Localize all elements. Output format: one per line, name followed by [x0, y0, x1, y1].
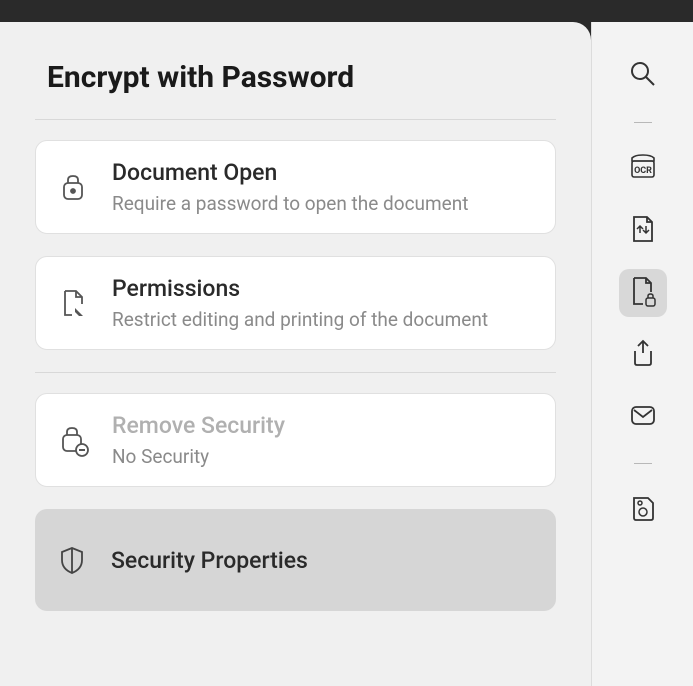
top-bar	[0, 0, 693, 22]
security-properties-option[interactable]: Security Properties	[35, 509, 556, 611]
permissions-text: Permissions Restrict editing and printin…	[112, 275, 488, 331]
ocr-icon: OCR	[627, 151, 659, 187]
share-icon	[628, 337, 658, 373]
divider	[35, 119, 556, 120]
document-open-subtitle: Require a password to open the document	[112, 192, 468, 215]
ocr-button[interactable]: OCR	[619, 145, 667, 193]
remove-security-text: Remove Security No Security	[112, 412, 285, 468]
page-title: Encrypt with Password	[35, 60, 556, 95]
search-icon	[628, 59, 658, 93]
document-edit-icon	[54, 284, 92, 322]
permissions-subtitle: Restrict editing and printing of the doc…	[112, 308, 488, 331]
permissions-option[interactable]: Permissions Restrict editing and printin…	[35, 256, 556, 350]
document-open-text: Document Open Require a password to open…	[112, 159, 468, 215]
share-button[interactable]	[619, 331, 667, 379]
lock-icon	[54, 168, 92, 206]
sidebar-separator	[634, 463, 652, 464]
mail-icon	[628, 400, 658, 434]
security-properties-title: Security Properties	[111, 547, 308, 574]
convert-icon	[628, 213, 658, 249]
encrypt-panel: Encrypt with Password Document Open Requ…	[0, 22, 591, 686]
document-lock-icon	[628, 274, 658, 312]
mail-button[interactable]	[619, 393, 667, 441]
right-sidebar: OCR	[591, 22, 693, 686]
remove-security-subtitle: No Security	[112, 445, 285, 468]
remove-security-title: Remove Security	[112, 412, 285, 439]
lock-minus-icon	[54, 421, 92, 459]
remove-security-option: Remove Security No Security	[35, 393, 556, 487]
permissions-title: Permissions	[112, 275, 488, 302]
document-open-title: Document Open	[112, 159, 468, 186]
svg-text:OCR: OCR	[634, 166, 652, 176]
shield-icon	[53, 541, 91, 579]
search-button[interactable]	[619, 52, 667, 100]
protect-button[interactable]	[619, 269, 667, 317]
save-button[interactable]	[619, 486, 667, 534]
divider	[35, 372, 556, 373]
save-icon	[628, 493, 658, 527]
sidebar-separator	[634, 122, 652, 123]
document-open-option[interactable]: Document Open Require a password to open…	[35, 140, 556, 234]
convert-button[interactable]	[619, 207, 667, 255]
main-container: Encrypt with Password Document Open Requ…	[0, 22, 693, 686]
